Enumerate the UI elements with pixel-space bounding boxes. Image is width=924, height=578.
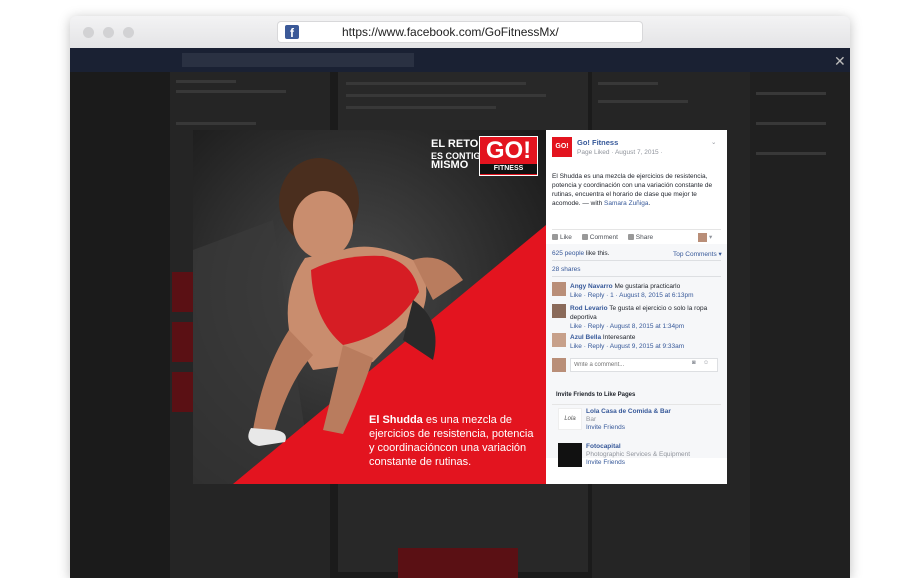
- invite-page-item: Fotocapital Photographic Services & Equip…: [586, 443, 690, 467]
- chevron-down-icon[interactable]: ⌄: [711, 138, 716, 146]
- post-end: .: [648, 200, 651, 207]
- browser-toolbar: f https://www.facebook.com/GoFitnessMx/: [70, 16, 850, 48]
- comment-text: Me gustaria practicarlo: [614, 283, 681, 290]
- logo-sub-text: FITNESS: [480, 164, 537, 174]
- invite-page-name[interactable]: Fotocapital: [586, 443, 621, 450]
- comment: Angy Navarro Me gustaria practicarlo Like…: [570, 282, 720, 300]
- likes-count-link[interactable]: 625 people: [552, 250, 584, 257]
- comment-meta[interactable]: Like · Reply · 1 · August 8, 2015 at 6:1…: [570, 292, 694, 299]
- camera-icon[interactable]: ◙: [692, 360, 696, 366]
- post-photo[interactable]: EL RETO ES CONTIGO MISMO GO! FITNESS El …: [193, 130, 546, 484]
- likes-suffix: like this.: [584, 250, 610, 257]
- logo-main-text: GO!: [485, 137, 532, 164]
- emoji-icon[interactable]: ☺: [703, 360, 709, 366]
- post-meta: Page Liked · August 7, 2015 ·: [577, 149, 663, 156]
- close-window-button[interactable]: [83, 27, 94, 38]
- comment-meta[interactable]: Like · Reply · August 8, 2015 at 1:34pm: [570, 323, 684, 330]
- commenter-avatar[interactable]: [552, 333, 566, 347]
- lola-logo[interactable]: Lola: [558, 408, 582, 430]
- caret-down-icon[interactable]: ▾: [709, 233, 712, 241]
- facebook-page: ✕ EL RETO ES CONTIGO MISMO GO! FITNESS E…: [70, 48, 850, 578]
- url-text: https://www.facebook.com/GoFitnessMx/: [342, 25, 559, 39]
- fotocapital-logo[interactable]: [558, 443, 582, 467]
- invite-page-item: Lola Casa de Comida & Bar Bar Invite Frien…: [586, 408, 671, 432]
- commenter-avatar[interactable]: [552, 282, 566, 296]
- commenter-name[interactable]: Azul Bella: [570, 334, 601, 341]
- comment-text: Interesante: [602, 334, 636, 341]
- shares-link[interactable]: 28 shares: [552, 266, 581, 273]
- comment-button[interactable]: Comment: [581, 234, 618, 241]
- photo-caption: El Shudda es una mezcla de ejercicios de…: [369, 413, 539, 469]
- browser-window: f https://www.facebook.com/GoFitnessMx/: [70, 16, 850, 578]
- caption-bold: El Shudda: [369, 414, 423, 426]
- thumbs-up-icon: [552, 234, 558, 241]
- go-fitness-logo: GO! FITNESS: [479, 136, 538, 176]
- facebook-top-bar: [70, 48, 850, 72]
- invite-title: Invite Friends to Like Pages: [556, 392, 636, 398]
- post-actions: Like Comment Share: [552, 234, 661, 241]
- background-chat-sidebar: [750, 72, 850, 578]
- share-button[interactable]: Share: [627, 234, 653, 241]
- share-icon: [627, 234, 634, 241]
- tagged-person-link[interactable]: Samara Zuñiga: [604, 200, 648, 207]
- viewer-avatar: [552, 358, 566, 372]
- address-bar[interactable]: f https://www.facebook.com/GoFitnessMx/: [278, 22, 642, 42]
- close-lightbox-icon[interactable]: ✕: [834, 53, 846, 70]
- top-comments-dropdown[interactable]: Top Comments ▾: [673, 250, 722, 258]
- background-search-box: [182, 53, 414, 67]
- invite-friends-link[interactable]: Invite Friends: [586, 424, 625, 431]
- page-avatar[interactable]: GO!: [552, 137, 572, 157]
- commenter-name[interactable]: Angy Navarro: [570, 283, 613, 290]
- like-button[interactable]: Like: [552, 234, 572, 241]
- page-name-link[interactable]: Go! Fitness: [577, 138, 618, 147]
- likes-summary: 625 people like this.: [552, 250, 609, 257]
- commenter-avatar[interactable]: [552, 304, 566, 318]
- invite-page-category: Bar: [586, 416, 597, 423]
- facebook-icon: f: [285, 25, 299, 40]
- maximize-window-button[interactable]: [123, 27, 134, 38]
- invite-page-name[interactable]: Lola Casa de Comida & Bar: [586, 408, 671, 415]
- minimize-window-button[interactable]: [103, 27, 114, 38]
- post-text: El Shudda es una mezcla de ejercicios de…: [552, 172, 722, 208]
- comment: Rod Levario Te gusta el ejercicio o solo…: [570, 304, 720, 331]
- viewer-avatar[interactable]: [698, 233, 707, 242]
- comment-meta[interactable]: Like · Reply · August 9, 2015 at 9:33am: [570, 343, 684, 350]
- comment: Azul Bella Interesante Like · Reply · Aug…: [570, 333, 720, 351]
- commenter-name[interactable]: Rod Levario: [570, 305, 608, 312]
- tagline-line-1: EL RETO: [431, 138, 479, 150]
- comment-icon: [581, 234, 588, 241]
- post-side-panel: GO! Go! Fitness Page Liked · August 7, 2…: [546, 130, 727, 484]
- invite-friends-link[interactable]: Invite Friends: [586, 459, 625, 466]
- invite-page-category: Photographic Services & Equipment: [586, 451, 691, 458]
- tagline-line-3: MISMO: [431, 159, 469, 171]
